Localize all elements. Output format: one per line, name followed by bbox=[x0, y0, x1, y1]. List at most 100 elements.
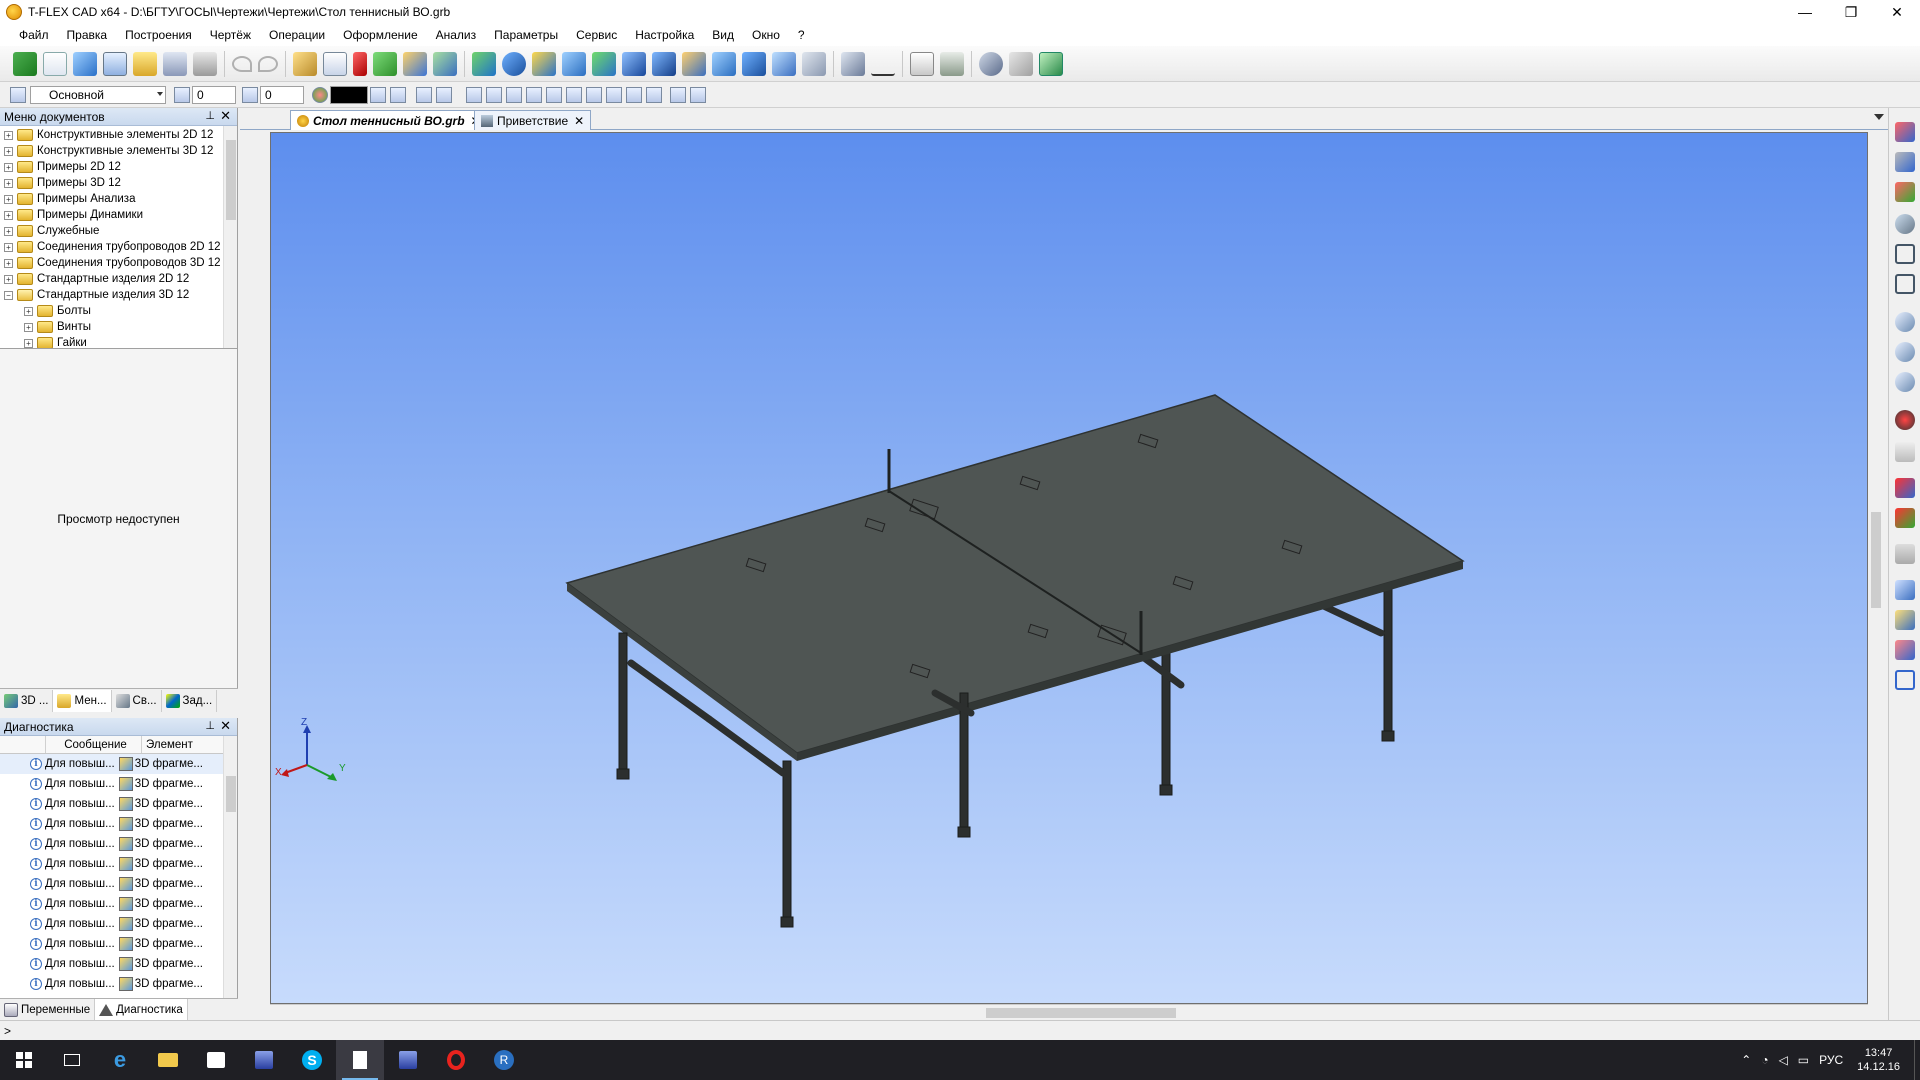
minimize-button[interactable]: — bbox=[1782, 0, 1828, 24]
fillet-icon[interactable] bbox=[712, 51, 736, 76]
ruler-icon[interactable] bbox=[293, 51, 317, 76]
render-mode-icon[interactable] bbox=[1895, 410, 1915, 430]
tflex-1-button[interactable] bbox=[240, 1040, 288, 1080]
loft-icon[interactable] bbox=[592, 51, 616, 76]
open-icon[interactable] bbox=[133, 51, 157, 76]
dimension-icon[interactable] bbox=[871, 52, 895, 76]
tree-item[interactable]: + Конструктивные элементы 2D 12 bbox=[0, 127, 237, 143]
tab-document-menu[interactable]: Мен... bbox=[53, 689, 112, 712]
calculator-icon[interactable] bbox=[940, 51, 964, 76]
redo-icon[interactable] bbox=[258, 55, 278, 72]
diagnostics-row[interactable]: i Для повыш... 3D фрагме... bbox=[0, 814, 237, 834]
menu-help[interactable]: ? bbox=[789, 28, 814, 42]
expand-toggle-icon[interactable]: + bbox=[24, 338, 33, 348]
viewport-horizontal-scrollbar[interactable] bbox=[270, 1004, 1868, 1020]
zoom-out-icon[interactable] bbox=[1895, 342, 1915, 362]
zoom-previous-icon[interactable] bbox=[1895, 372, 1915, 392]
layer-combo[interactable]: Основной bbox=[30, 85, 166, 104]
reset-filter-icon[interactable] bbox=[670, 86, 686, 103]
network-icon[interactable]: ◔ bbox=[1761, 1053, 1768, 1067]
spring-icon[interactable] bbox=[652, 51, 676, 76]
cube-icon[interactable] bbox=[772, 51, 796, 76]
pin-icon[interactable]: ⊥ bbox=[205, 719, 215, 732]
section-icon[interactable] bbox=[1895, 544, 1915, 564]
save-icon[interactable] bbox=[163, 51, 187, 76]
menu-file[interactable]: Файл bbox=[10, 28, 58, 42]
expand-toggle-icon[interactable]: + bbox=[4, 274, 13, 284]
new-document-icon[interactable] bbox=[43, 51, 67, 76]
volume-icon[interactable]: ◁ bbox=[1779, 1053, 1788, 1067]
zoom-window-icon[interactable] bbox=[1895, 214, 1915, 234]
snap-off-icon[interactable] bbox=[436, 86, 452, 103]
check-model-icon[interactable] bbox=[1895, 478, 1915, 498]
edge-button[interactable]: e bbox=[96, 1040, 144, 1080]
new-drawing-icon[interactable] bbox=[103, 51, 127, 76]
sweep-icon[interactable] bbox=[562, 51, 586, 76]
workplane-icon[interactable] bbox=[433, 51, 457, 76]
start-button[interactable] bbox=[0, 1040, 48, 1080]
snap-grid-icon[interactable] bbox=[1895, 182, 1915, 202]
diagnostics-row[interactable]: i Для повыш... 3D фрагме... bbox=[0, 874, 237, 894]
link-icon[interactable] bbox=[1009, 51, 1033, 76]
diagnostics-row[interactable]: i Для повыш... 3D фрагме... bbox=[0, 894, 237, 914]
close-icon[interactable]: ✕ bbox=[220, 108, 231, 124]
cube-shaded-icon[interactable] bbox=[1895, 610, 1915, 630]
viewport-vertical-scrollbar[interactable] bbox=[1868, 132, 1884, 1004]
shell-icon[interactable] bbox=[532, 51, 556, 76]
rotate-icon[interactable] bbox=[502, 51, 526, 76]
command-line[interactable]: > bbox=[0, 1020, 1920, 1040]
diagnostics-row[interactable]: i Для повыш... 3D фрагме... bbox=[0, 834, 237, 854]
expand-toggle-icon[interactable]: + bbox=[4, 226, 13, 236]
expand-toggle-icon[interactable]: + bbox=[24, 306, 33, 316]
notification-icon[interactable]: ▭ bbox=[1798, 1053, 1809, 1067]
menu-window[interactable]: Окно bbox=[743, 28, 789, 42]
select-icon[interactable] bbox=[390, 86, 406, 103]
tree-item[interactable]: − Стандартные изделия 3D 12 bbox=[0, 287, 237, 303]
tree-item[interactable]: + Соединения трубопроводов 3D 12 bbox=[0, 255, 237, 271]
close-button[interactable]: ✕ bbox=[1874, 0, 1920, 24]
diagnostics-row[interactable]: i Для повыш... 3D фрагме... bbox=[0, 934, 237, 954]
expand-toggle-icon[interactable]: + bbox=[24, 322, 33, 332]
mark-icon[interactable] bbox=[1895, 640, 1915, 660]
filter-vertices-icon[interactable] bbox=[586, 86, 602, 103]
menu-construct[interactable]: Построения bbox=[116, 28, 201, 42]
assembly-icon[interactable] bbox=[841, 51, 865, 76]
tab-variables[interactable]: Переменные bbox=[0, 998, 96, 1021]
clear-filter-icon[interactable] bbox=[690, 86, 706, 103]
surface-icon[interactable] bbox=[802, 51, 826, 76]
menu-view[interactable]: Вид bbox=[703, 28, 743, 42]
tab-welcome[interactable]: Приветствие ✕ bbox=[474, 110, 592, 130]
store-button[interactable] bbox=[192, 1040, 240, 1080]
tree-item[interactable]: + Соединения трубопроводов 2D 12 bbox=[0, 239, 237, 255]
filter-2d-icon[interactable] bbox=[466, 86, 482, 103]
chevron-up-icon[interactable]: ⌃ bbox=[1741, 1053, 1751, 1067]
restore-button[interactable]: ❐ bbox=[1828, 0, 1874, 24]
expand-toggle-icon[interactable]: + bbox=[4, 162, 13, 172]
tab-tasks[interactable]: Зад... bbox=[162, 689, 218, 712]
app-r-button[interactable]: R bbox=[480, 1040, 528, 1080]
filter-faces-icon[interactable] bbox=[546, 86, 562, 103]
filter-lines-icon[interactable] bbox=[506, 86, 522, 103]
lcs-icon[interactable] bbox=[403, 51, 427, 76]
magnet-icon[interactable] bbox=[1895, 122, 1915, 142]
priority-field[interactable]: 0 bbox=[260, 85, 304, 104]
node-icon[interactable] bbox=[373, 51, 397, 76]
expand-toggle-icon[interactable]: + bbox=[4, 194, 13, 204]
level-field[interactable]: 0 bbox=[192, 85, 236, 104]
report-icon[interactable] bbox=[910, 51, 934, 76]
skype-button[interactable]: S bbox=[288, 1040, 336, 1080]
column-element[interactable]: Элемент bbox=[142, 736, 224, 753]
menu-analysis[interactable]: Анализ bbox=[427, 28, 486, 42]
cube-view-icon[interactable] bbox=[1895, 580, 1915, 600]
snap-point-icon[interactable] bbox=[1895, 152, 1915, 172]
tab-table-document[interactable]: Стол теннисный ВО.grb ✕ bbox=[290, 110, 488, 130]
filter-icon[interactable] bbox=[370, 86, 386, 103]
diagnostics-row[interactable]: i Для повыш... 3D фрагме... bbox=[0, 754, 237, 774]
diagnostics-row[interactable]: i Для повыш... 3D фрагме... bbox=[0, 954, 237, 974]
tflex-2-button[interactable] bbox=[384, 1040, 432, 1080]
page-icon[interactable] bbox=[323, 51, 347, 76]
undo-icon[interactable] bbox=[232, 55, 252, 72]
filter-nodes-icon[interactable] bbox=[526, 86, 542, 103]
new-3d-icon[interactable] bbox=[73, 51, 97, 76]
expand-toggle-icon[interactable]: + bbox=[4, 130, 13, 140]
